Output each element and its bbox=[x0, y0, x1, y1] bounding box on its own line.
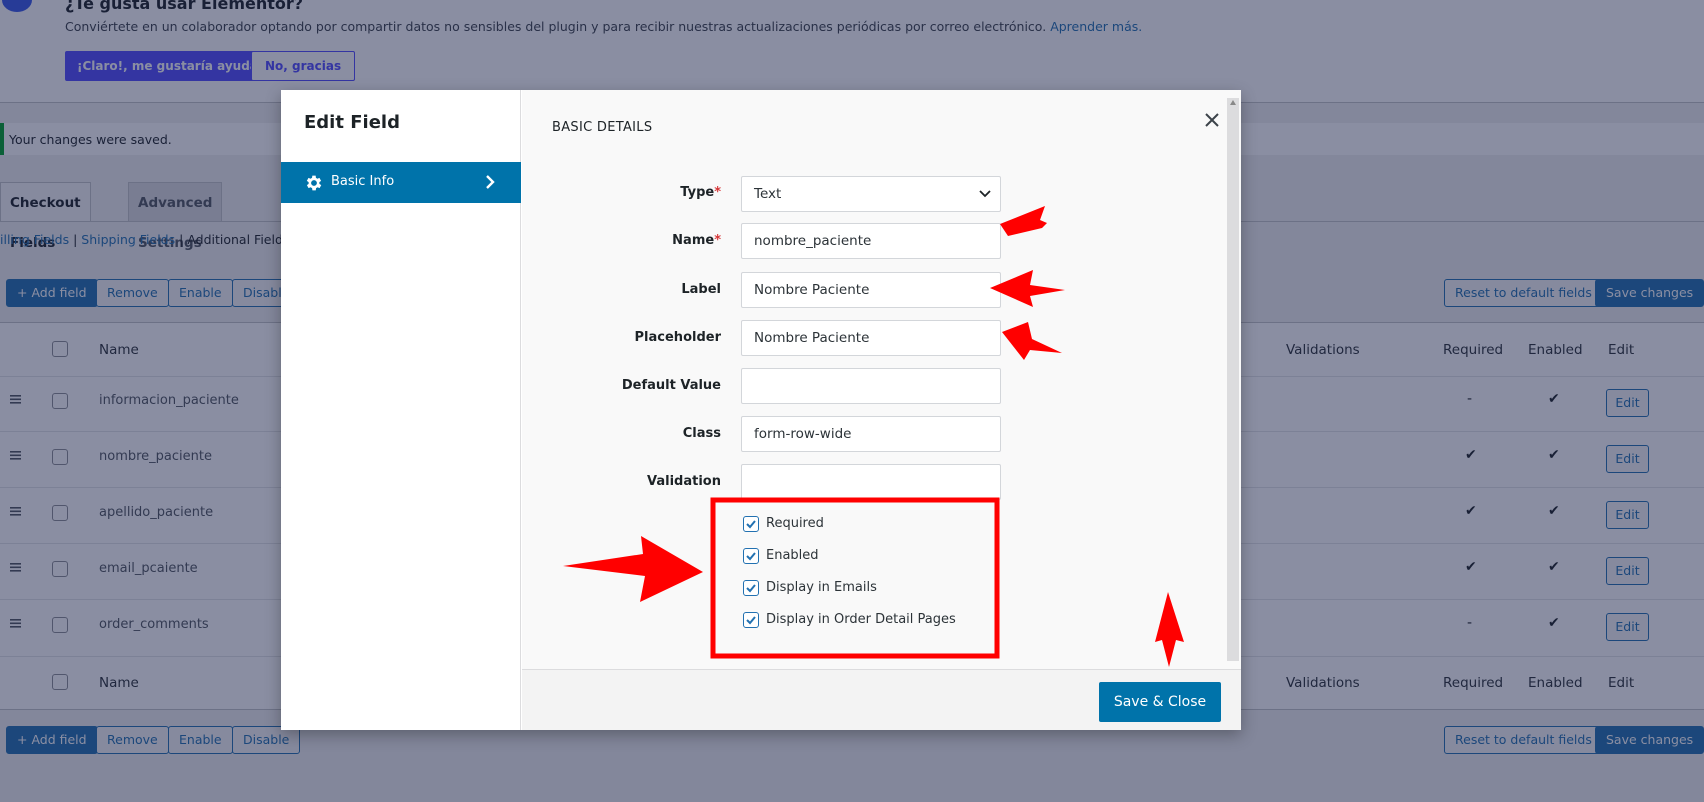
edit-field-modal: Edit Field Basic Info BASIC DETAILS Type… bbox=[281, 90, 1241, 730]
checkbox-box[interactable] bbox=[743, 548, 759, 564]
default-value-input[interactable] bbox=[741, 368, 1001, 404]
label-input[interactable]: Nombre Paciente bbox=[741, 272, 1001, 308]
modal-title: Edit Field bbox=[304, 112, 400, 133]
checkbox-box[interactable] bbox=[743, 612, 759, 628]
gear-icon bbox=[306, 175, 322, 191]
type-select-value: Text bbox=[754, 186, 782, 202]
default-value-label: Default Value bbox=[621, 378, 721, 393]
class-input[interactable]: form-row-wide bbox=[741, 416, 1001, 452]
check-icon bbox=[746, 552, 756, 561]
type-select[interactable]: Text bbox=[741, 176, 1001, 212]
validation-input[interactable] bbox=[741, 464, 1001, 500]
name-input[interactable]: nombre_paciente bbox=[741, 223, 1001, 259]
modal-sidebar: Edit Field Basic Info bbox=[281, 90, 521, 730]
name-label-text: Name bbox=[672, 233, 715, 248]
type-label: Type* bbox=[551, 185, 721, 200]
scroll-up-icon[interactable] bbox=[1230, 100, 1236, 105]
chevron-down-icon bbox=[979, 190, 991, 198]
name-label: Name* bbox=[551, 233, 721, 248]
checkbox-box[interactable] bbox=[743, 516, 759, 532]
type-label-text: Type bbox=[680, 185, 715, 200]
label-label: Label bbox=[681, 282, 721, 297]
required-asterisk: * bbox=[714, 185, 721, 200]
checkbox-label: Required bbox=[766, 516, 824, 531]
checkbox-label: Display in Emails bbox=[766, 580, 877, 595]
checkbox-box[interactable] bbox=[743, 580, 759, 596]
sidebar-item-basic-info[interactable]: Basic Info bbox=[281, 162, 521, 203]
placeholder-input[interactable]: Nombre Paciente bbox=[741, 320, 1001, 356]
checkbox-label: Enabled bbox=[766, 548, 819, 563]
check-icon bbox=[746, 520, 756, 529]
sidebar-item-label: Basic Info bbox=[331, 174, 395, 189]
check-icon bbox=[746, 584, 756, 593]
required-asterisk: * bbox=[714, 233, 721, 248]
placeholder-label: Placeholder bbox=[634, 330, 721, 345]
chevron-right-icon bbox=[486, 175, 495, 189]
validation-label: Validation bbox=[647, 474, 721, 489]
close-icon[interactable] bbox=[1202, 110, 1222, 130]
class-label: Class bbox=[682, 426, 721, 441]
modal-scrollbar[interactable] bbox=[1227, 98, 1239, 661]
checkbox-label: Display in Order Detail Pages bbox=[766, 612, 956, 627]
save-close-button[interactable]: Save & Close bbox=[1099, 682, 1221, 722]
check-icon bbox=[746, 616, 756, 625]
section-title: BASIC DETAILS bbox=[552, 120, 653, 135]
